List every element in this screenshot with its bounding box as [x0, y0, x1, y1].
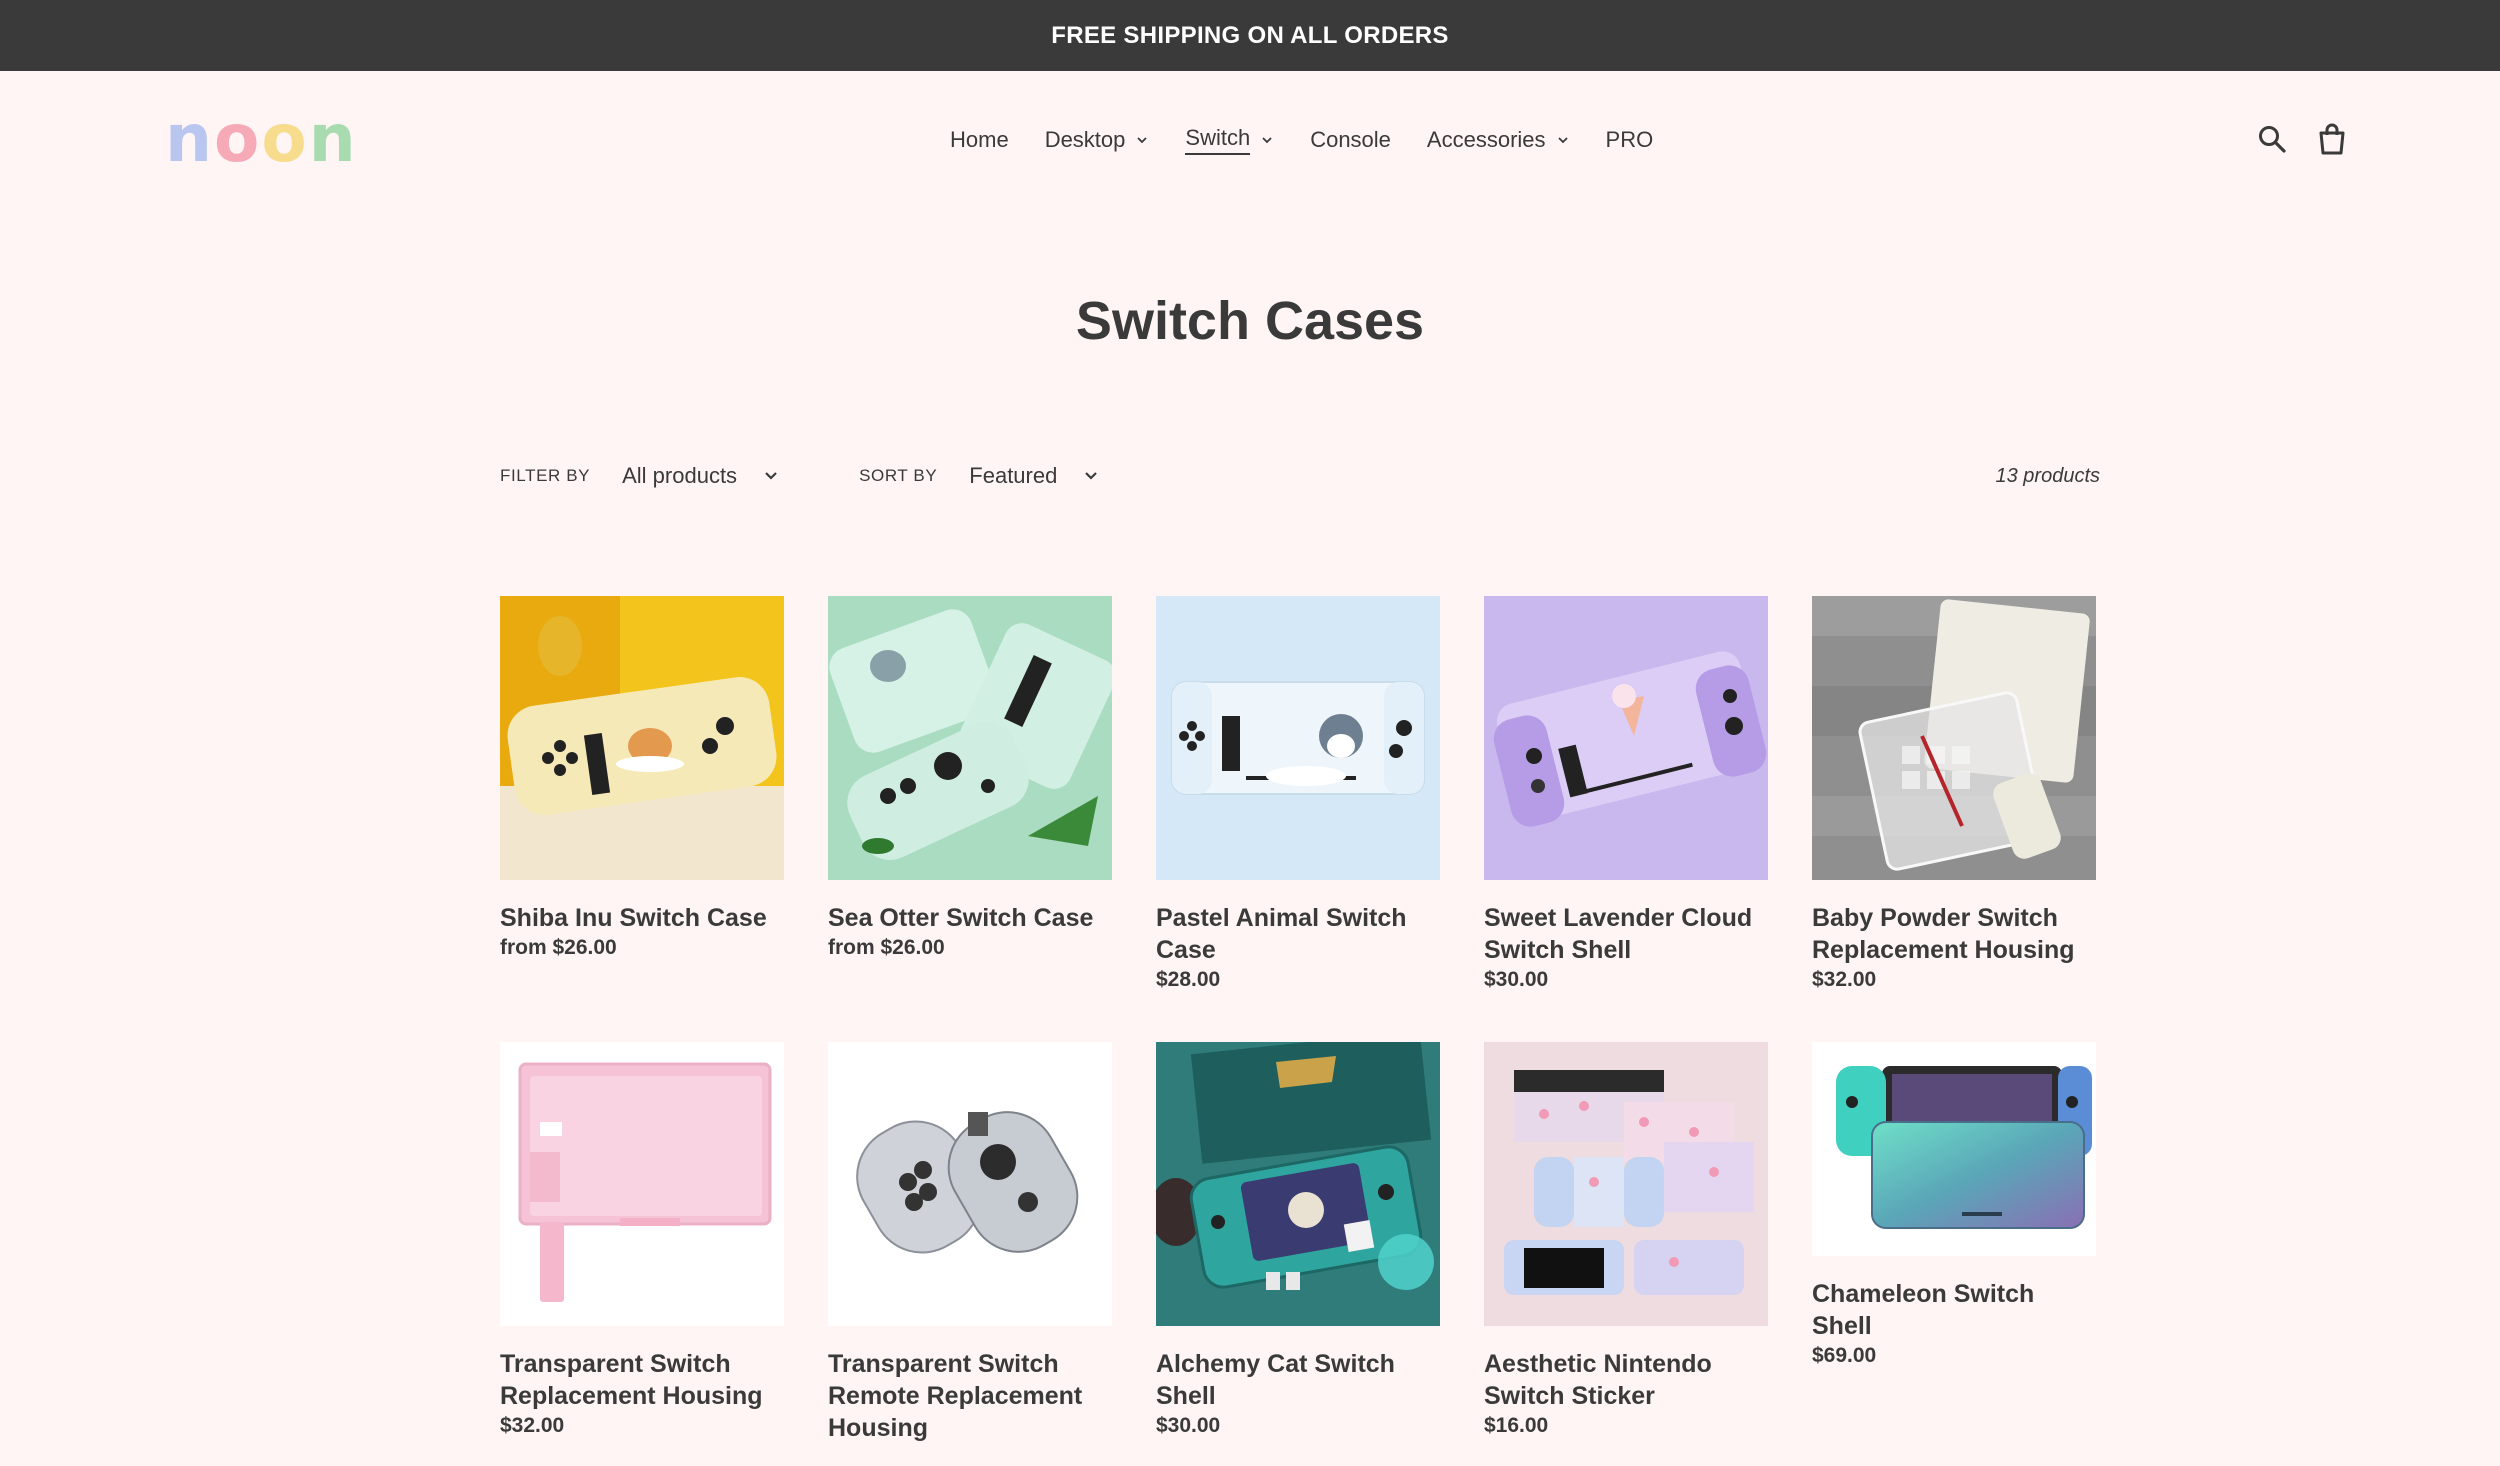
- nav-label: Switch: [1185, 125, 1251, 155]
- product-image[interactable]: [1484, 1042, 1768, 1326]
- product-card[interactable]: Alchemy Cat Switch Shell $30.00: [1156, 1042, 1440, 1446]
- logo-letter: n: [165, 100, 214, 177]
- chevron-down-icon: [1262, 137, 1272, 144]
- product-image[interactable]: [1812, 596, 2096, 880]
- product-price: $32.00: [500, 1414, 565, 1437]
- product-card[interactable]: Pastel Animal Switch Case $28.00: [1156, 596, 1440, 992]
- product-price: $30.00: [1156, 1414, 1221, 1437]
- nav-item-pro[interactable]: PRO: [1606, 127, 1654, 153]
- product-card[interactable]: Baby Powder Switch Replacement Housing $…: [1812, 596, 2096, 992]
- cherry-blossom-sticker-photo: [1484, 1042, 1768, 1326]
- product-card[interactable]: Transparent Switch Remote Replacement Ho…: [828, 1042, 1112, 1446]
- product-title[interactable]: Shiba Inu Switch Case: [500, 902, 784, 934]
- product-card[interactable]: Sweet Lavender Cloud Switch Shell $30.00: [1484, 596, 1768, 992]
- product-card[interactable]: Sea Otter Switch Case from $26.00: [828, 596, 1112, 992]
- product-image[interactable]: [1812, 1042, 2096, 1256]
- product-image[interactable]: [1156, 1042, 1440, 1326]
- product-price: $69.00: [1812, 1344, 1877, 1367]
- announcement-text: FREE SHIPPING ON ALL ORDERS: [1051, 21, 1449, 49]
- product-title[interactable]: Aesthetic Nintendo Switch Sticker: [1484, 1348, 1768, 1412]
- product-price: from $26.00: [828, 936, 945, 959]
- product-price: from $26.00: [500, 936, 617, 959]
- chevron-down-icon: [765, 472, 777, 480]
- filter-value: All products: [622, 463, 738, 488]
- product-image[interactable]: [500, 1042, 784, 1326]
- logo-letter: o: [261, 100, 309, 177]
- product-title[interactable]: Pastel Animal Switch Case: [1156, 902, 1440, 966]
- shiba-switch-case-photo: [500, 596, 784, 880]
- product-count: 13 products: [1995, 464, 2100, 487]
- product-image[interactable]: [1156, 596, 1440, 880]
- search-button[interactable]: [2256, 122, 2288, 156]
- collection-toolbar: FILTER BY All products SORT BY Featured …: [500, 458, 2100, 494]
- nav-item-home[interactable]: Home: [950, 127, 1009, 153]
- product-price: $30.00: [1484, 968, 1549, 991]
- cart-button[interactable]: [2316, 122, 2348, 156]
- product-card[interactable]: Shiba Inu Switch Case from $26.00: [500, 596, 784, 992]
- logo-letter: o: [214, 100, 262, 177]
- product-image[interactable]: [828, 1042, 1112, 1326]
- nav-label: Home: [950, 127, 1009, 152]
- transparent-joycon-housing-photo: [828, 1042, 1112, 1326]
- product-card[interactable]: Chameleon Switch Shell $69.00: [1812, 1042, 2096, 1446]
- header-actions: [2256, 122, 2348, 156]
- chevron-down-icon: [1557, 137, 1568, 144]
- product-title[interactable]: Transparent Switch Replacement Housing: [500, 1348, 784, 1412]
- alchemy-cat-switch-shell-photo: [1156, 1042, 1440, 1326]
- sort-value: Featured: [969, 463, 1058, 488]
- pastel-animal-switch-case-photo: [1156, 596, 1440, 880]
- filter-label: FILTER BY: [500, 466, 591, 485]
- nav-label: Accessories: [1426, 127, 1546, 152]
- announcement-bar: FREE SHIPPING ON ALL ORDERS: [0, 0, 2500, 71]
- nav-label: PRO: [1605, 127, 1654, 152]
- product-title[interactable]: Sweet Lavender Cloud Switch Shell: [1484, 902, 1768, 966]
- brand-logo[interactable]: n o o n: [165, 100, 358, 177]
- product-card[interactable]: Aesthetic Nintendo Switch Sticker $16.00: [1484, 1042, 1768, 1446]
- page-title: Switch Cases: [1075, 291, 1425, 351]
- product-title[interactable]: Alchemy Cat Switch Shell: [1156, 1348, 1440, 1412]
- sort-select[interactable]: Featured: [969, 463, 1099, 489]
- product-title[interactable]: Chameleon Switch Shell: [1812, 1278, 2096, 1342]
- product-price: $32.00: [1812, 968, 1877, 991]
- product-image[interactable]: [828, 596, 1112, 880]
- main-nav: Home Desktop Switch Console Accessories …: [950, 120, 1689, 160]
- sea-otter-switch-case-photo: [828, 596, 1112, 880]
- nav-item-console[interactable]: Console: [1310, 127, 1391, 153]
- logo-letter: n: [308, 100, 358, 177]
- chameleon-switch-shell-photo: [1812, 1042, 2096, 1256]
- product-title[interactable]: Sea Otter Switch Case: [828, 902, 1112, 934]
- product-title[interactable]: Transparent Switch Remote Replacement Ho…: [828, 1348, 1112, 1444]
- filter-select[interactable]: All products: [622, 463, 779, 489]
- chevron-down-icon: [1085, 472, 1098, 480]
- sort-label: SORT BY: [859, 466, 938, 485]
- nav-label: Console: [1310, 127, 1391, 152]
- product-grid: Shiba Inu Switch Case from $26.00 Sea Ot…: [500, 596, 2100, 1446]
- product-card[interactable]: Transparent Switch Replacement Housing $…: [500, 1042, 784, 1446]
- product-price: $16.00: [1484, 1414, 1549, 1437]
- nav-label: Desktop: [1044, 127, 1126, 152]
- product-image[interactable]: [500, 596, 784, 880]
- baby-powder-housing-photo: [1812, 596, 2096, 880]
- lavender-switch-shell-photo: [1484, 596, 1768, 880]
- cart-icon: [2319, 123, 2345, 155]
- product-title[interactable]: Baby Powder Switch Replacement Housing: [1812, 902, 2096, 966]
- nav-item-desktop[interactable]: Desktop: [1045, 127, 1150, 153]
- nav-item-accessories[interactable]: Accessories: [1427, 127, 1570, 153]
- search-icon: [2259, 126, 2286, 153]
- product-price: $28.00: [1156, 968, 1221, 991]
- pink-transparent-housing-photo: [500, 1042, 784, 1326]
- chevron-down-icon: [1137, 137, 1148, 144]
- nav-item-switch[interactable]: Switch: [1185, 125, 1274, 155]
- product-image[interactable]: [1484, 596, 1768, 880]
